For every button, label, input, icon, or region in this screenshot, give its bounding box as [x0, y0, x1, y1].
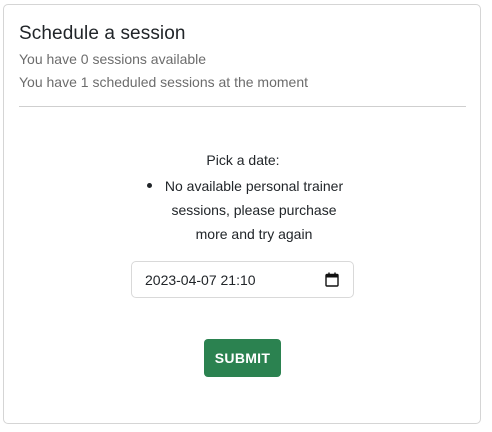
no-sessions-message: No available personal trainer sessions, …: [164, 178, 344, 242]
divider: [19, 106, 466, 107]
date-time-input[interactable]: 2023-04-07 21:10: [131, 261, 354, 298]
pick-date-label: Pick a date:: [206, 152, 280, 168]
submit-button[interactable]: SUBMIT: [204, 339, 281, 377]
schedule-session-card: Schedule a session You have 0 sessions a…: [3, 4, 481, 424]
date-time-value[interactable]: 2023-04-07 21:10: [145, 271, 256, 289]
message-list: No available personal trainer sessions, …: [144, 174, 344, 246]
scheduled-sessions-text: You have 1 scheduled sessions at the mom…: [19, 74, 309, 90]
card-title: Schedule a session: [19, 23, 186, 44]
calendar-icon[interactable]: [325, 272, 339, 287]
list-item: No available personal trainer sessions, …: [144, 174, 344, 246]
bullet-icon: [147, 183, 152, 188]
sessions-available-text: You have 0 sessions available: [19, 51, 207, 67]
